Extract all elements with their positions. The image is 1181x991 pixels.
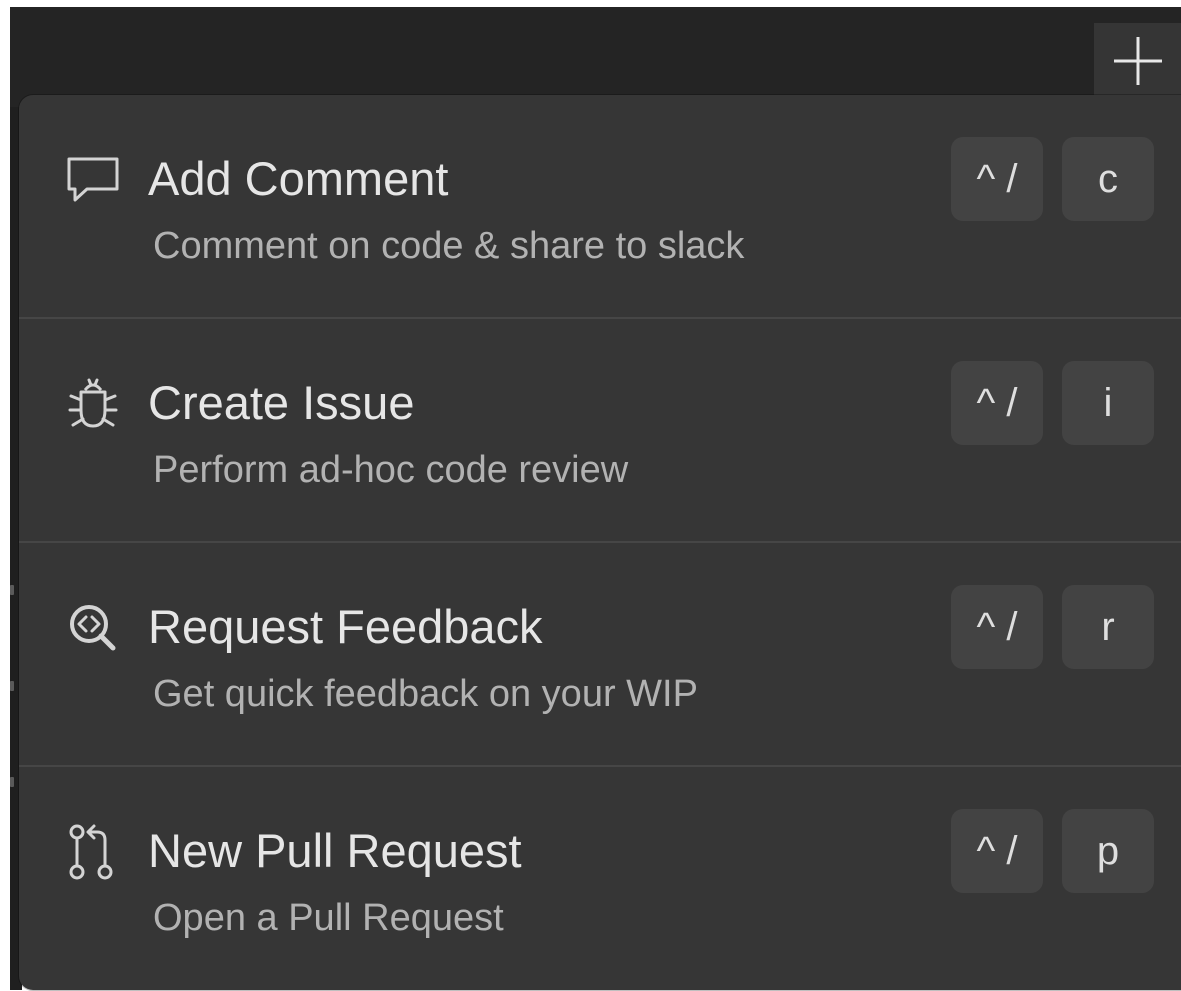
pull-request-icon <box>63 822 123 882</box>
shortcut-letter-key: p <box>1062 809 1154 893</box>
shortcut-letter-key: i <box>1062 361 1154 445</box>
shortcut-modifier-key: ^ / <box>951 361 1043 445</box>
comment-icon <box>63 150 123 210</box>
shortcut-letter-key: c <box>1062 137 1154 221</box>
action-menu: Add Comment Comment on code & share to s… <box>19 95 1181 990</box>
menu-item-description: Open a Pull Request <box>153 897 504 939</box>
menu-item-title: Add Comment <box>148 152 449 205</box>
background-marker <box>10 681 14 691</box>
menu-item-description: Get quick feedback on your WIP <box>153 673 698 715</box>
shortcut-letter-key: r <box>1062 585 1154 669</box>
shortcut-modifier-key: ^ / <box>951 137 1043 221</box>
menu-item-title: Request Feedback <box>148 600 543 653</box>
shortcut-modifier-key: ^ / <box>951 585 1043 669</box>
bug-icon <box>63 374 123 434</box>
code-review-icon <box>63 598 123 658</box>
menu-item-add-comment[interactable]: Add Comment Comment on code & share to s… <box>19 95 1181 319</box>
menu-item-create-issue[interactable]: Create Issue Perform ad-hoc code review … <box>19 319 1181 543</box>
shortcut-modifier-key: ^ / <box>951 809 1043 893</box>
add-button[interactable] <box>1094 23 1181 99</box>
menu-item-title: New Pull Request <box>148 824 522 877</box>
menu-item-description: Perform ad-hoc code review <box>153 449 629 491</box>
menu-item-new-pull-request[interactable]: New Pull Request Open a Pull Request ^ /… <box>19 767 1181 991</box>
background-marker <box>10 777 14 787</box>
menu-item-title: Create Issue <box>148 376 415 429</box>
background-marker <box>10 585 14 595</box>
plus-icon <box>1112 35 1164 87</box>
menu-item-description: Comment on code & share to slack <box>153 225 745 267</box>
menu-item-request-feedback[interactable]: Request Feedback Get quick feedback on y… <box>19 543 1181 767</box>
top-toolbar <box>10 7 1181 107</box>
